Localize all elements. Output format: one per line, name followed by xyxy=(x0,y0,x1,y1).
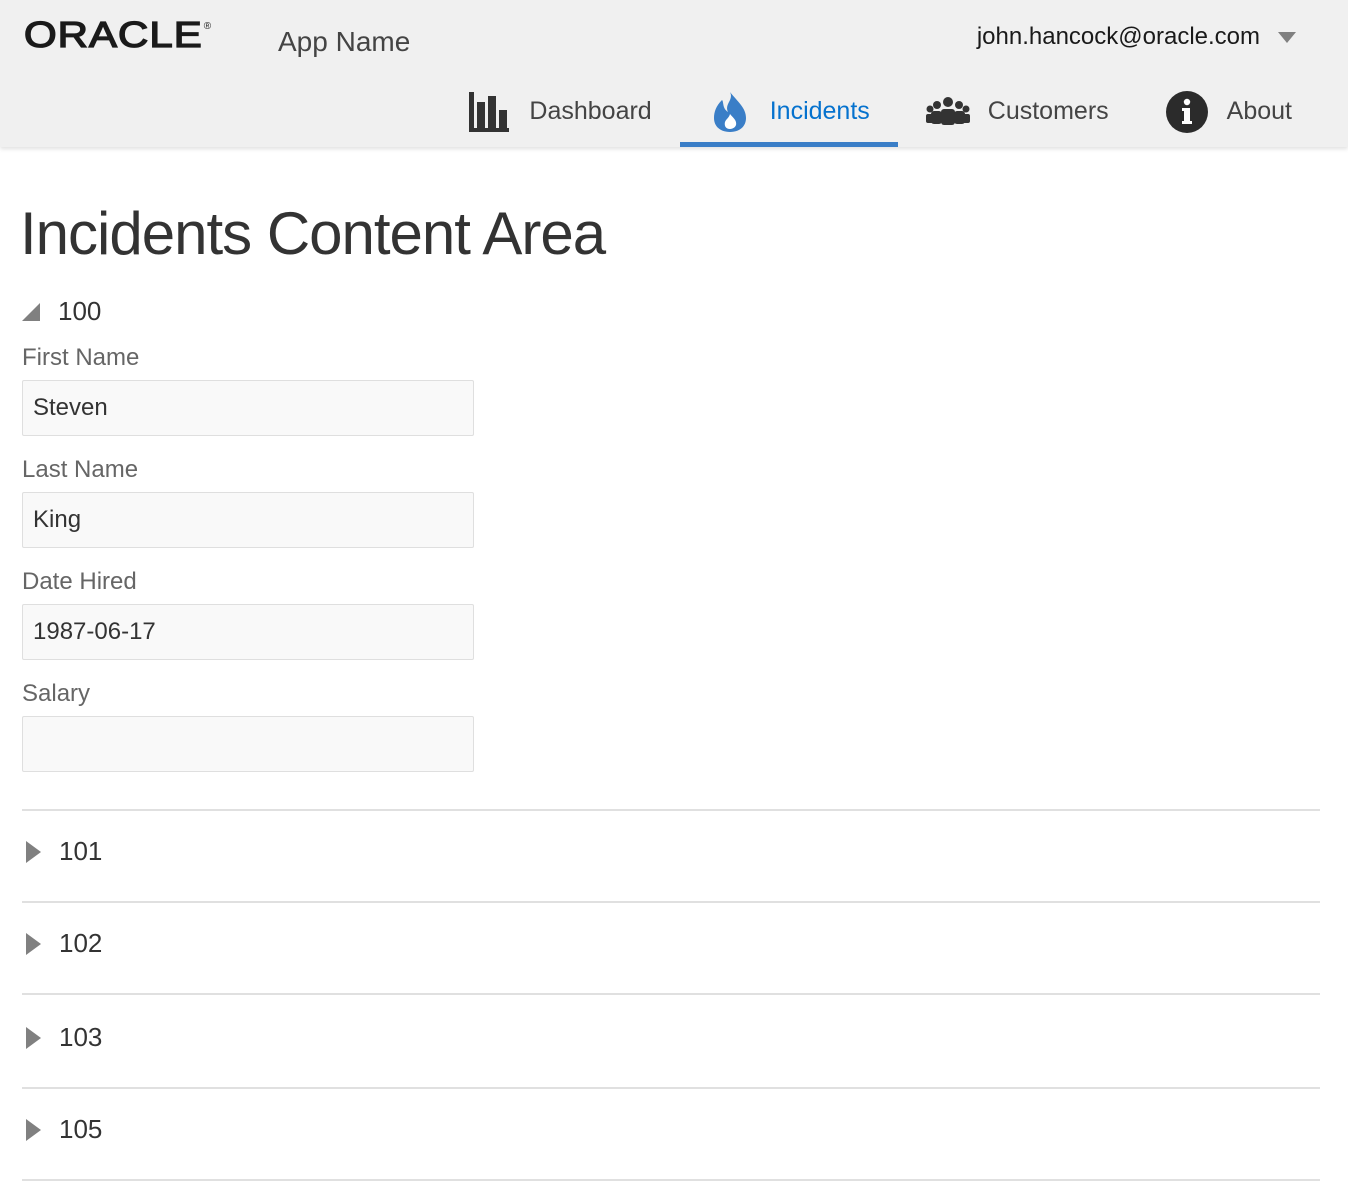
info-icon xyxy=(1165,90,1209,134)
oracle-logo: ORACLE ® xyxy=(23,14,212,58)
date-hired-field[interactable] xyxy=(22,604,474,660)
collapsible-103-title: 103 xyxy=(59,1022,103,1052)
collapsible-100-header[interactable]: 100 xyxy=(22,296,101,327)
expand-triangle-icon[interactable] xyxy=(26,932,41,955)
tab-dashboard-label: Dashboard xyxy=(529,97,652,125)
expand-triangle-icon[interactable] xyxy=(26,840,41,863)
tab-incidents-label: Incidents xyxy=(769,97,870,125)
page-title: Incidents Content Area xyxy=(20,200,606,267)
divider xyxy=(22,809,1320,811)
last-name-field[interactable] xyxy=(22,492,474,548)
collapsible-101-header[interactable]: 101 xyxy=(22,836,102,867)
expand-triangle-icon[interactable] xyxy=(26,1118,41,1141)
registered-mark: ® xyxy=(203,21,212,32)
collapsible-105-title: 105 xyxy=(59,1114,103,1144)
collapsible-100-title: 100 xyxy=(58,296,102,326)
tab-about-label: About xyxy=(1226,97,1292,125)
collapsible-102-title: 102 xyxy=(59,928,103,958)
tab-customers-label: Customers xyxy=(987,97,1109,125)
collapsible-105-header[interactable]: 105 xyxy=(22,1114,102,1145)
date-hired-label: Date Hired xyxy=(22,568,137,595)
expand-triangle-icon[interactable] xyxy=(26,1026,41,1049)
divider xyxy=(22,993,1320,995)
first-name-label: First Name xyxy=(22,344,140,371)
nav-bar: Dashboard Incidents Customers About xyxy=(439,78,1320,147)
chevron-down-icon[interactable] xyxy=(1278,31,1296,43)
user-menu[interactable]: john.hancock@oracle.com xyxy=(977,20,1296,54)
oracle-logo-text: ORACLE xyxy=(23,14,203,55)
people-icon xyxy=(925,90,970,134)
divider xyxy=(22,1087,1320,1089)
tab-dashboard[interactable]: Dashboard xyxy=(439,78,679,145)
bar-chart-icon xyxy=(467,90,511,134)
divider xyxy=(22,901,1320,903)
salary-label: Salary xyxy=(22,680,91,707)
user-email[interactable]: john.hancock@oracle.com xyxy=(977,20,1260,54)
salary-field[interactable] xyxy=(22,716,474,772)
collapsible-101-title: 101 xyxy=(59,836,103,866)
collapsible-103-header[interactable]: 103 xyxy=(22,1022,102,1053)
divider xyxy=(22,1179,1320,1181)
tab-incidents[interactable]: Incidents xyxy=(679,78,898,147)
last-name-label: Last Name xyxy=(22,456,139,483)
tab-about[interactable]: About xyxy=(1137,78,1320,145)
tab-customers[interactable]: Customers xyxy=(898,78,1137,145)
collapsible-102-header[interactable]: 102 xyxy=(22,928,102,959)
app-name: App Name xyxy=(278,26,411,57)
collapse-triangle-icon[interactable] xyxy=(22,302,40,321)
first-name-field[interactable] xyxy=(22,380,474,436)
app-header: ORACLE ® App Name john.hancock@oracle.co… xyxy=(0,0,1348,147)
fire-icon xyxy=(708,90,752,134)
